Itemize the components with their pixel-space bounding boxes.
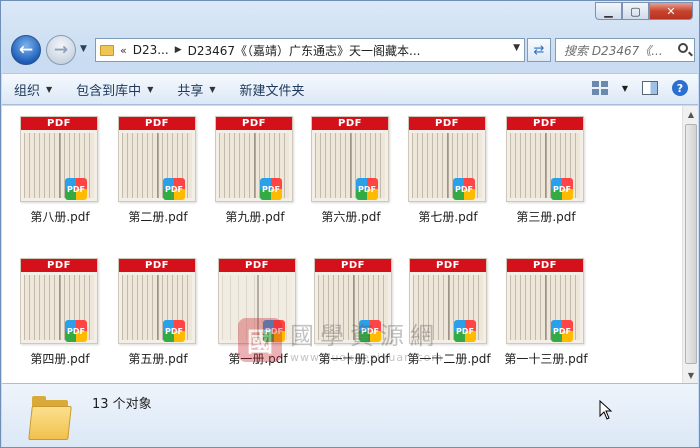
help-icon[interactable]: ? [672, 80, 688, 96]
pdf-file-icon: PDF [65, 178, 87, 200]
scroll-down-icon[interactable]: ▼ [683, 367, 699, 383]
item-count: 13 个对象 [92, 397, 152, 412]
pdf-file-icon: PDF [551, 178, 573, 200]
pdf-thumbnail-band: PDF [315, 259, 391, 272]
pdf-thumbnail-band: PDF [410, 259, 486, 272]
scroll-up-icon[interactable]: ▲ [683, 106, 699, 122]
breadcrumb-separator-icon[interactable]: ▶ [175, 45, 182, 55]
arrow-right-icon: → [53, 40, 69, 60]
include-in-library-label: 包含到库中 [76, 83, 142, 99]
change-view-icon[interactable] [591, 81, 608, 95]
organize-label: 组织 [14, 83, 41, 99]
file-item[interactable]: PDF PDF 第三册.pdf [490, 108, 586, 240]
file-item[interactable]: PDF PDF 第八册.pdf [4, 108, 100, 240]
pdf-file-icon: PDF [453, 178, 475, 200]
pdf-file-icon: PDF [454, 320, 476, 342]
share-menu[interactable]: 共享 ▼ [165, 74, 227, 104]
caption-buttons: ▁ ▢ ✕ [595, 2, 693, 20]
address-dropdown-icon[interactable]: ▼ [513, 43, 520, 53]
new-folder-label: 新建文件夹 [239, 83, 305, 99]
new-folder-button[interactable]: 新建文件夹 [228, 74, 317, 104]
file-item[interactable]: PDF PDF 第九册.pdf [199, 108, 295, 240]
close-button[interactable]: ✕ [649, 2, 693, 20]
maximize-button[interactable]: ▢ [622, 2, 649, 20]
pdf-file-icon: PDF [163, 178, 185, 200]
file-name[interactable]: 第七册.pdf [392, 208, 504, 225]
pdf-thumbnail-band: PDF [21, 117, 97, 130]
file-name[interactable]: 第八册.pdf [4, 208, 116, 225]
search-placeholder: 搜索 D23467《... [564, 43, 663, 58]
address-bar[interactable]: « D23... ▶ D23467《（嘉靖）广东通志》天一阁藏本... ▼ [95, 38, 525, 62]
recent-pages-dropdown[interactable]: ▼ [80, 44, 87, 54]
explorer-window: ▁ ▢ ✕ ← → ▼ « D23... ▶ D23467《（嘉靖）广东通志》天… [0, 0, 700, 448]
pdf-thumbnail-band: PDF [312, 117, 388, 130]
search-input[interactable]: 搜索 D23467《... [555, 38, 695, 62]
pdf-file-icon: PDF [263, 320, 285, 342]
breadcrumb-segment[interactable]: D23... [133, 43, 169, 57]
folder-icon [28, 394, 72, 440]
pdf-file-icon: PDF [356, 178, 378, 200]
file-item[interactable]: PDF PDF 第一十二册.pdf [393, 250, 491, 382]
file-name[interactable]: 第五册.pdf [102, 350, 214, 367]
file-item[interactable]: PDF PDF 第一十册.pdf [298, 250, 394, 382]
chevron-down-icon: ▼ [147, 84, 154, 94]
address-overflow-chevron[interactable]: « [120, 44, 127, 57]
pdf-thumbnail-band: PDF [119, 259, 195, 272]
arrow-left-icon: ← [18, 40, 34, 60]
file-name[interactable]: 第三册.pdf [490, 208, 602, 225]
file-item[interactable]: PDF PDF 第四册.pdf [4, 250, 100, 382]
details-pane: 13 个对象 [2, 383, 698, 447]
pdf-file-icon: PDF [65, 320, 87, 342]
refresh-icon: ⇄ [533, 42, 545, 58]
navigation-bar: ← → ▼ « D23... ▶ D23467《（嘉靖）广东通志》天一阁藏本..… [7, 34, 695, 66]
pdf-file-icon: PDF [551, 320, 573, 342]
forward-button[interactable]: → [46, 35, 76, 65]
file-name[interactable]: 第四册.pdf [4, 350, 116, 367]
share-label: 共享 [177, 83, 204, 99]
view-controls: ▼ ? [591, 80, 688, 96]
search-icon[interactable] [678, 43, 688, 53]
file-item[interactable]: PDF PDF 第六册.pdf [295, 108, 391, 240]
file-name[interactable]: 第一十二册.pdf [393, 350, 505, 367]
breadcrumb-segment-current[interactable]: D23467《（嘉靖）广东通志》天一阁藏本... [188, 42, 421, 59]
organize-menu[interactable]: 组织 ▼ [2, 74, 64, 104]
chevron-down-icon: ▼ [46, 84, 53, 94]
file-item[interactable]: PDF PDF 第一册.pdf [202, 250, 298, 382]
pdf-thumbnail-band: PDF [216, 117, 292, 130]
pdf-thumbnail-band: PDF [507, 117, 583, 130]
refresh-button[interactable]: ⇄ [527, 38, 551, 62]
pdf-file-icon: PDF [163, 320, 185, 342]
file-item[interactable]: PDF PDF 第一十三册.pdf [490, 250, 588, 382]
pdf-thumbnail-band: PDF [219, 259, 295, 272]
chevron-down-icon: ▼ [209, 84, 216, 94]
pdf-thumbnail-band: PDF [507, 259, 583, 272]
file-item[interactable]: PDF PDF 第七册.pdf [392, 108, 488, 240]
command-bar: 组织 ▼ 包含到库中 ▼ 共享 ▼ 新建文件夹 ▼ ? [2, 73, 698, 105]
file-name[interactable]: 第六册.pdf [295, 208, 407, 225]
pdf-thumbnail-band: PDF [409, 117, 485, 130]
vertical-scrollbar[interactable]: ▲ ▼ [682, 106, 698, 383]
file-item[interactable]: PDF PDF 第二册.pdf [102, 108, 198, 240]
pdf-file-icon: PDF [260, 178, 282, 200]
file-list-pane[interactable]: PDF PDF 第八册.pdf PDF PDF 第二册.pdf PDF PDF … [2, 106, 682, 383]
minimize-button[interactable]: ▁ [595, 2, 622, 20]
folder-icon [100, 44, 114, 56]
preview-pane-icon[interactable] [642, 81, 658, 95]
mouse-cursor-icon [599, 400, 613, 420]
scrollbar-thumb[interactable] [685, 124, 697, 364]
file-name[interactable]: 第一十三册.pdf [490, 350, 602, 367]
pdf-file-icon: PDF [359, 320, 381, 342]
back-button[interactable]: ← [11, 35, 41, 65]
pdf-thumbnail-band: PDF [21, 259, 97, 272]
file-name[interactable]: 第二册.pdf [102, 208, 214, 225]
view-options-dropdown-icon[interactable]: ▼ [622, 84, 628, 93]
file-item[interactable]: PDF PDF 第五册.pdf [102, 250, 198, 382]
pdf-thumbnail-band: PDF [119, 117, 195, 130]
include-in-library-menu[interactable]: 包含到库中 ▼ [64, 74, 165, 104]
